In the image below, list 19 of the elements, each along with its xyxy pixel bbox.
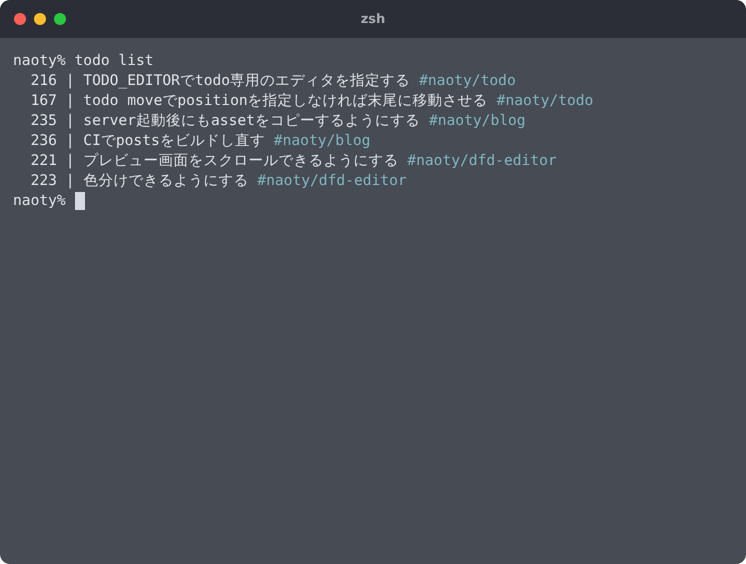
todo-tag: #naoty/todo: [496, 91, 594, 111]
todo-tag: #naoty/blog: [274, 131, 370, 151]
todo-item-text: 235 | server起動後にもassetをコピーするようにする: [30, 111, 420, 131]
todo-tag: #naoty/dfd-editor: [407, 151, 557, 171]
window-title: zsh: [360, 12, 386, 26]
todo-item-text: 236 | CIでpostsをビルドし直す: [30, 131, 265, 151]
todo-item-text: 216 | TODO_EDITORでtodo専用のエディタを指定する: [30, 71, 410, 91]
todo-tag: #naoty/dfd-editor: [257, 171, 407, 191]
minimize-button[interactable]: [34, 13, 46, 25]
zoom-button[interactable]: [54, 13, 66, 25]
command-line: naoty% todo list: [13, 51, 154, 71]
close-button[interactable]: [14, 13, 26, 25]
todo-item-text: 221 | プレビュー画面をスクロールできるようにする: [30, 151, 398, 171]
text-cursor: [74, 192, 85, 210]
todo-item-text: 223 | 色分けできるようにする: [30, 171, 248, 191]
todo-item-text: 167 | todo moveでpositionを指定しなければ末尾に移動させる: [30, 91, 488, 111]
shell-prompt: naoty%: [13, 191, 66, 211]
todo-tag: #naoty/todo: [419, 71, 516, 91]
todo-tag: #naoty/blog: [428, 111, 526, 131]
